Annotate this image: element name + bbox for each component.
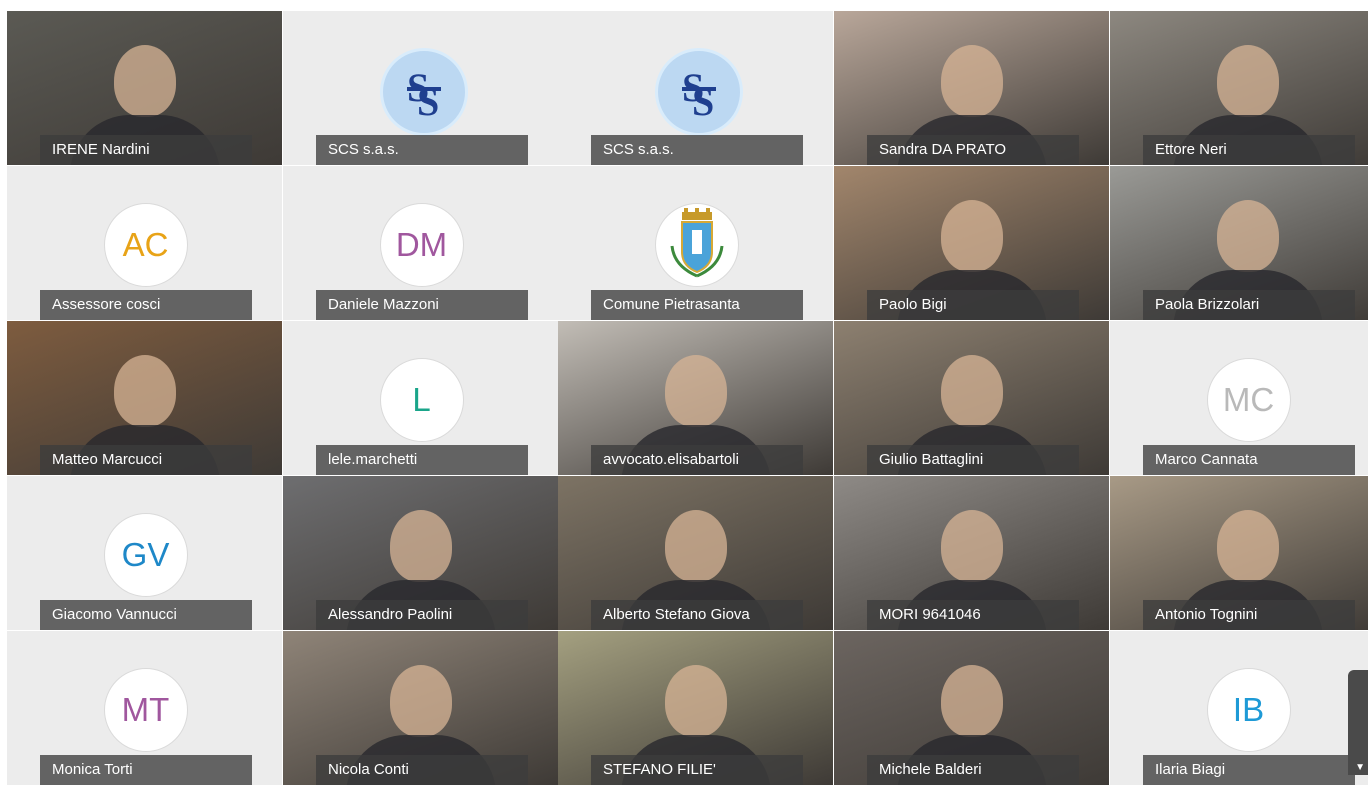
avatar-initials: GV <box>103 513 188 597</box>
avatar-initials: L <box>379 358 464 442</box>
participant-tile[interactable]: GV Giacomo Vannucci <box>7 476 282 630</box>
participant-silhouette <box>664 510 727 582</box>
participant-tile[interactable]: Giulio Battaglini <box>834 321 1109 475</box>
avatar-initials: MC <box>1206 358 1291 442</box>
participant-silhouette <box>113 355 176 427</box>
participant-tile[interactable]: Sandra DA PRATO <box>834 11 1109 165</box>
participant-tile[interactable]: MC Marco Cannata <box>1110 321 1368 475</box>
scroll-down-icon[interactable]: ▼ <box>1355 762 1365 773</box>
participant-tile[interactable]: Llele.marchetti <box>283 321 558 475</box>
participant-silhouette <box>940 200 1003 272</box>
avatar-initials: MT <box>103 668 188 752</box>
participant-tile[interactable]: Alessandro Paolini <box>283 476 558 630</box>
participant-tile[interactable]: MT Monica Torti <box>7 631 282 785</box>
participant-tile[interactable]: Comune Pietrasanta <box>558 166 833 320</box>
scs-logo-icon: SS <box>654 48 743 136</box>
participant-name-label: avvocato.elisabartoli <box>591 445 803 475</box>
participant-name-label: Assessore cosci <box>40 290 252 320</box>
participant-tile[interactable]: Ettore Neri <box>1110 11 1368 165</box>
participant-silhouette <box>940 510 1003 582</box>
svg-text:S: S <box>692 79 714 124</box>
participant-name-label: Giacomo Vannucci <box>40 600 252 630</box>
participant-tile[interactable]: avvocato.elisabartoli <box>558 321 833 475</box>
participant-silhouette <box>940 665 1003 737</box>
participant-silhouette <box>664 355 727 427</box>
svg-text:S: S <box>417 79 439 124</box>
participant-tile[interactable]: Antonio Tognini <box>1110 476 1368 630</box>
participant-tile[interactable]: IB Ilaria Biagi <box>1110 631 1368 785</box>
pietrasanta-crest-icon <box>654 203 739 287</box>
participant-tile[interactable]: Paola Brizzolari <box>1110 166 1368 320</box>
participant-silhouette <box>1216 45 1279 117</box>
participant-name-label: Antonio Tognini <box>1143 600 1355 630</box>
participant-tile[interactable]: STEFANO FILIE' <box>558 631 833 785</box>
participant-name-label: MORI 9641046 <box>867 600 1079 630</box>
participant-tile[interactable]: DM Daniele Mazzoni <box>283 166 558 320</box>
participant-silhouette <box>940 355 1003 427</box>
participant-tile[interactable]: AC Assessore cosci <box>7 166 282 320</box>
participant-tile[interactable]: Nicola Conti <box>283 631 558 785</box>
scs-logo-icon: SS <box>379 48 468 136</box>
participant-name-label: Nicola Conti <box>316 755 528 785</box>
participant-tile[interactable]: IRENE Nardini <box>7 11 282 165</box>
avatar-initials: AC <box>103 203 188 287</box>
participant-name-label: STEFANO FILIE' <box>591 755 803 785</box>
participant-tile[interactable]: Paolo Bigi <box>834 166 1109 320</box>
participant-name-label: Matteo Marcucci <box>40 445 252 475</box>
participant-tile[interactable]: MORI 9641046 <box>834 476 1109 630</box>
participant-name-label: Paola Brizzolari <box>1143 290 1355 320</box>
participant-grid: IRENE NardiniSSSCS s.a.s.SSSCS s.a.s.San… <box>0 0 1368 785</box>
avatar-initials: DM <box>379 203 464 287</box>
participant-name-label: Sandra DA PRATO <box>867 135 1079 165</box>
participant-name-label: SCS s.a.s. <box>316 135 528 165</box>
participant-name-label: Alessandro Paolini <box>316 600 528 630</box>
participant-tile[interactable]: Matteo Marcucci <box>7 321 282 475</box>
scroll-handle[interactable] <box>1348 670 1368 775</box>
participant-name-label: IRENE Nardini <box>40 135 252 165</box>
participant-silhouette <box>1216 200 1279 272</box>
participant-tile[interactable]: SSSCS s.a.s. <box>283 11 558 165</box>
participant-silhouette <box>389 510 452 582</box>
participant-name-label: lele.marchetti <box>316 445 528 475</box>
participant-silhouette <box>664 665 727 737</box>
participant-name-label: Paolo Bigi <box>867 290 1079 320</box>
avatar-initials: IB <box>1206 668 1291 752</box>
participant-name-label: Daniele Mazzoni <box>316 290 528 320</box>
participant-name-label: Comune Pietrasanta <box>591 290 803 320</box>
participant-silhouette <box>1216 510 1279 582</box>
participant-name-label: Marco Cannata <box>1143 445 1355 475</box>
participant-name-label: Giulio Battaglini <box>867 445 1079 475</box>
participant-tile[interactable]: Alberto Stefano Giova <box>558 476 833 630</box>
participant-name-label: Alberto Stefano Giova <box>591 600 803 630</box>
participant-name-label: Ilaria Biagi <box>1143 755 1355 785</box>
participant-name-label: Ettore Neri <box>1143 135 1355 165</box>
participant-name-label: Michele Balderi <box>867 755 1079 785</box>
participant-silhouette <box>389 665 452 737</box>
participant-tile[interactable]: Michele Balderi <box>834 631 1109 785</box>
participant-name-label: SCS s.a.s. <box>591 135 803 165</box>
participant-silhouette <box>113 45 176 117</box>
participant-tile[interactable]: SSSCS s.a.s. <box>558 11 833 165</box>
participant-name-label: Monica Torti <box>40 755 252 785</box>
participant-silhouette <box>940 45 1003 117</box>
